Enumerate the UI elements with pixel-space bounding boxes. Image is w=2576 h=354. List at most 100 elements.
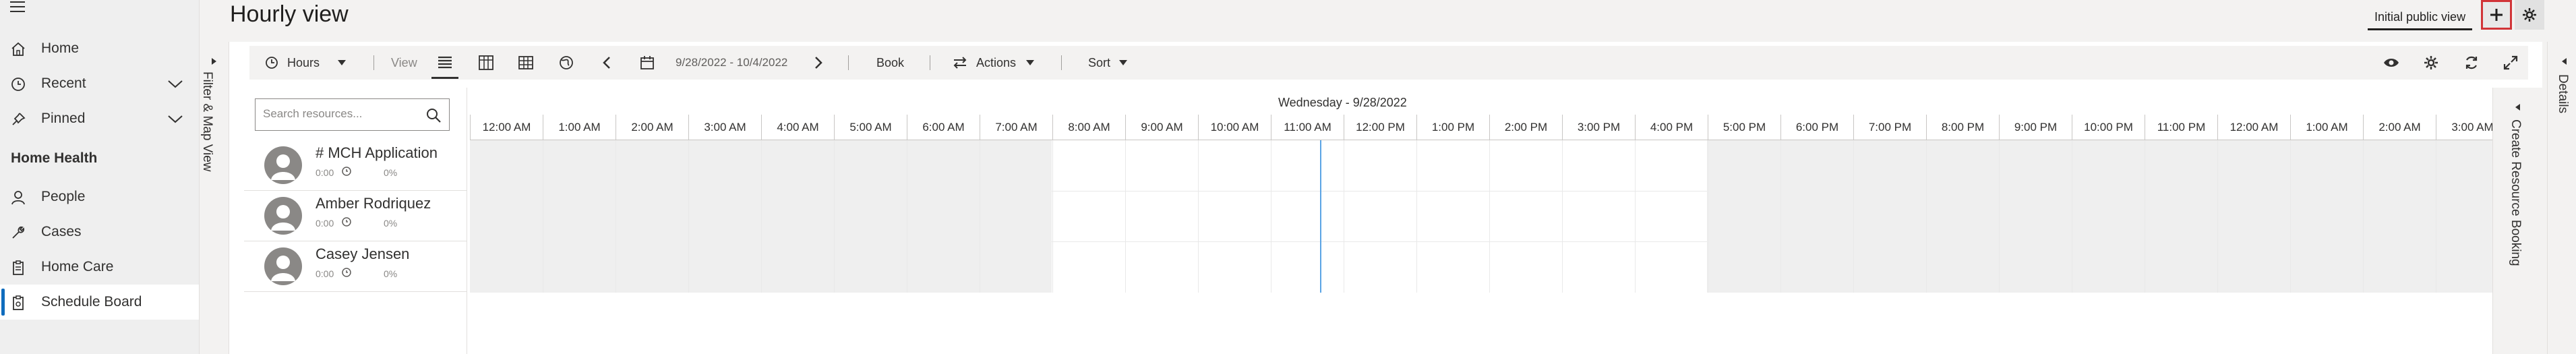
person-icon bbox=[11, 191, 25, 205]
resource-utilization: 0% bbox=[384, 167, 398, 178]
hour-gridline bbox=[1198, 140, 1199, 293]
nav-item-label: Home Care bbox=[41, 259, 114, 274]
clock-icon bbox=[342, 268, 351, 277]
nav-item-home-care[interactable]: Home Care bbox=[0, 249, 199, 285]
chevron-down-icon[interactable] bbox=[166, 112, 185, 125]
resource-name[interactable]: Amber Rodriquez bbox=[316, 195, 431, 212]
hour-header: 6:00 PM bbox=[1780, 115, 1853, 140]
preview-button[interactable] bbox=[2383, 46, 2400, 80]
date-range[interactable]: 9/28/2022 - 10/4/2022 bbox=[676, 46, 787, 80]
board-settings-button[interactable] bbox=[2515, 0, 2544, 30]
hour-gridline bbox=[1125, 140, 1126, 293]
toolbar-divider bbox=[373, 55, 374, 70]
toolbar-divider bbox=[1061, 55, 1062, 70]
board-options-button[interactable] bbox=[2423, 46, 2439, 80]
hour-header: 4:00 AM bbox=[761, 115, 834, 140]
person-avatar-icon bbox=[271, 205, 295, 231]
hour-header: 1:00 PM bbox=[1416, 115, 1489, 140]
resource-row[interactable]: Casey Jensen 0:00 0% bbox=[244, 241, 467, 292]
resource-hours: 0:00 bbox=[316, 167, 334, 178]
search-icon[interactable] bbox=[425, 107, 442, 124]
date-picker-button[interactable] bbox=[639, 46, 655, 80]
hour-gridline bbox=[1052, 140, 1053, 293]
resource-hours: 0:00 bbox=[316, 268, 334, 279]
hour-gridline bbox=[2217, 140, 2218, 293]
columns-view-button[interactable] bbox=[477, 46, 495, 80]
resource-name[interactable]: Casey Jensen bbox=[316, 245, 409, 263]
refresh-button[interactable] bbox=[2463, 46, 2480, 80]
hour-gridline bbox=[1489, 140, 1490, 293]
book-button[interactable]: Book bbox=[876, 46, 904, 80]
pin-icon bbox=[12, 113, 26, 125]
map-view-button[interactable] bbox=[558, 46, 575, 80]
chevron-left-icon[interactable] bbox=[2513, 102, 2521, 112]
tab-initial-public-view[interactable]: Initial public view bbox=[2368, 5, 2473, 30]
avatar bbox=[264, 247, 302, 285]
hour-header: 2:00 AM bbox=[2363, 115, 2436, 140]
next-button[interactable] bbox=[812, 46, 825, 80]
clock-icon bbox=[342, 167, 351, 176]
gear-icon bbox=[2523, 8, 2536, 22]
fullscreen-button[interactable] bbox=[2503, 46, 2519, 80]
scale-dropdown[interactable]: Hours bbox=[264, 46, 347, 80]
plus-icon bbox=[2490, 9, 2503, 21]
clock-icon bbox=[342, 217, 351, 227]
hour-header: 4:00 PM bbox=[1635, 115, 1708, 140]
timeline-date-label: Wednesday - 9/28/2022 bbox=[1278, 96, 1407, 109]
hour-gridline bbox=[1999, 140, 2000, 293]
hour-header: 8:00 AM bbox=[1052, 115, 1125, 140]
current-time-line bbox=[1320, 140, 1321, 293]
hamburger-icon bbox=[10, 1, 25, 12]
table-view-button[interactable] bbox=[517, 46, 535, 80]
calendar-icon bbox=[640, 56, 654, 69]
actions-label: Actions bbox=[976, 55, 1017, 69]
hour-header: 5:00 PM bbox=[1708, 115, 1780, 140]
person-avatar-icon bbox=[271, 154, 295, 180]
chevron-left-icon bbox=[603, 57, 610, 69]
actions-dropdown[interactable]: Actions bbox=[952, 46, 1035, 80]
hour-header: 11:00 PM bbox=[2145, 115, 2217, 140]
hour-gridline bbox=[1853, 140, 1854, 293]
details-label: Details bbox=[2556, 74, 2570, 114]
resource-row[interactable]: # MCH Application 0:00 0% bbox=[244, 140, 467, 191]
nav-item-home[interactable]: Home bbox=[0, 31, 199, 66]
gear-icon bbox=[2424, 56, 2438, 69]
resource-name[interactable]: # MCH Application bbox=[316, 144, 438, 162]
caret-down-icon bbox=[1026, 60, 1035, 65]
board-toolbar bbox=[249, 46, 2528, 80]
search-placeholder: Search resources... bbox=[263, 107, 363, 120]
hour-gridline bbox=[1562, 140, 1563, 293]
nav-item-people[interactable]: People bbox=[0, 179, 199, 214]
nav-item-label: People bbox=[41, 189, 86, 204]
left-navigation: Home Recent Pinned Home Health People Ca… bbox=[0, 0, 200, 354]
nav-item-schedule-board[interactable]: Schedule Board bbox=[0, 285, 199, 320]
calendar-clipboard-icon bbox=[13, 295, 24, 310]
hour-header: 3:00 AM bbox=[688, 115, 761, 140]
sort-label: Sort bbox=[1088, 55, 1111, 69]
resource-row[interactable]: Amber Rodriquez 0:00 0% bbox=[244, 191, 467, 241]
hour-header: 10:00 AM bbox=[1198, 115, 1271, 140]
hour-header: 12:00 AM bbox=[2217, 115, 2290, 140]
hour-header: 11:00 AM bbox=[1271, 115, 1344, 140]
nav-item-label: Pinned bbox=[41, 111, 86, 126]
chevron-right-icon[interactable] bbox=[210, 57, 218, 66]
hamburger-menu-button[interactable] bbox=[8, 0, 28, 13]
caret-down-icon bbox=[1119, 60, 1128, 65]
active-view-indicator bbox=[431, 77, 458, 79]
swap-arrows-icon bbox=[953, 57, 967, 69]
list-view-button[interactable] bbox=[436, 46, 454, 80]
nav-item-cases[interactable]: Cases bbox=[0, 214, 199, 249]
previous-button[interactable] bbox=[600, 46, 613, 80]
working-hours-area[interactable] bbox=[1052, 140, 1707, 293]
wrench-icon bbox=[12, 226, 25, 239]
hour-gridline bbox=[1780, 140, 1781, 293]
nav-item-recent[interactable]: Recent bbox=[0, 66, 199, 101]
nav-item-label: Schedule Board bbox=[41, 294, 142, 309]
nav-item-pinned[interactable]: Pinned bbox=[0, 101, 199, 136]
view-label: View bbox=[391, 55, 417, 69]
sort-dropdown[interactable]: Sort bbox=[1088, 46, 1128, 80]
create-resource-booking-label: Create Resource Booking bbox=[2509, 119, 2523, 266]
chevron-left-icon[interactable] bbox=[2560, 57, 2568, 66]
chevron-down-icon[interactable] bbox=[166, 77, 185, 90]
add-view-button[interactable] bbox=[2481, 0, 2512, 30]
